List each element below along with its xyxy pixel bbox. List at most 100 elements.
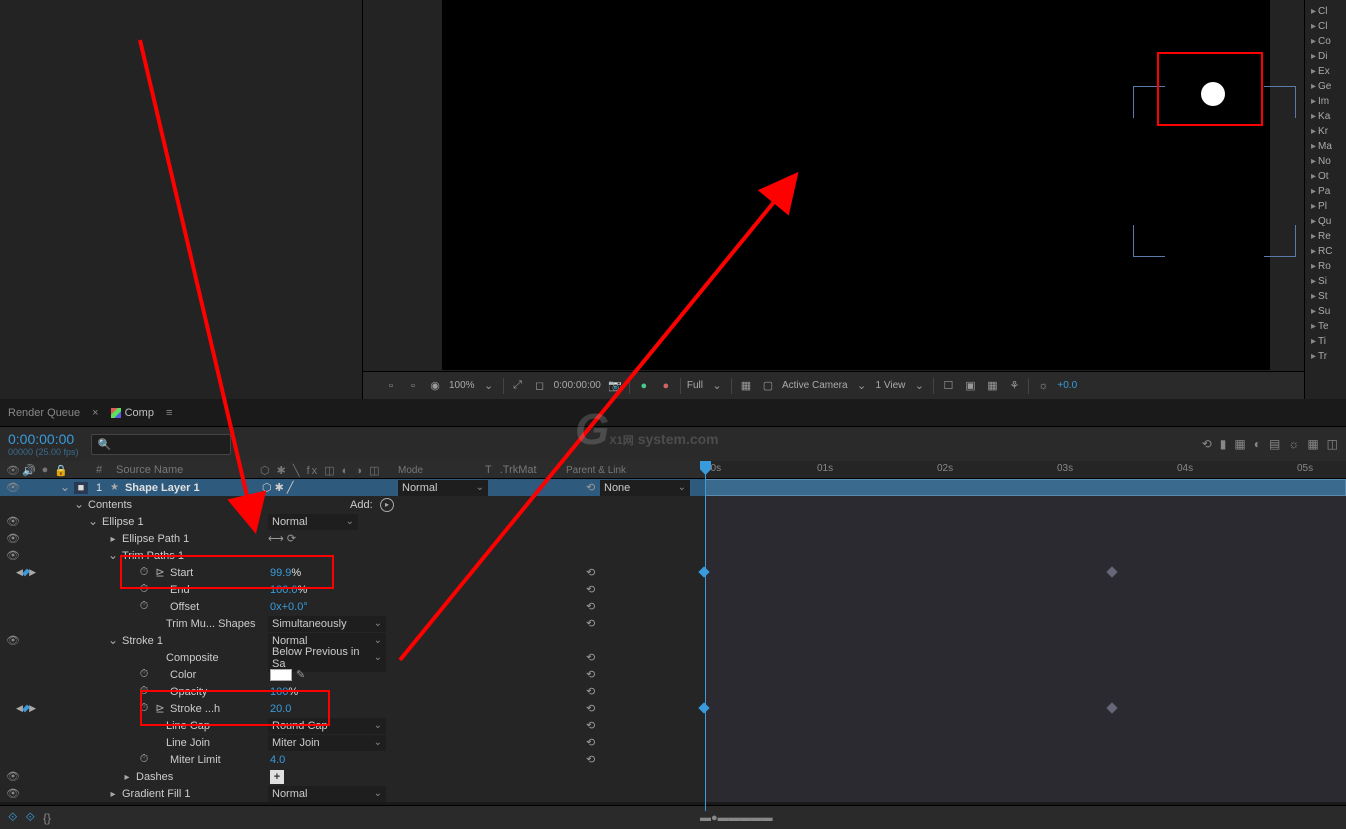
graph-icon[interactable]: ⊵	[154, 566, 166, 579]
effect-category[interactable]: RC	[1307, 244, 1344, 259]
audio-col-icon[interactable]: 🔊	[22, 464, 36, 477]
lock-col-icon[interactable]: 🔒	[54, 464, 68, 477]
twirl-icon[interactable]	[108, 635, 118, 647]
exposure-value[interactable]: +0.0	[1057, 380, 1077, 391]
start-value[interactable]: 99.9	[270, 567, 291, 579]
keyframe-nav[interactable]: ◀▶	[16, 703, 36, 714]
trim-shapes-row[interactable]: Trim Mu... Shapes Simultaneously ⟲	[0, 615, 1346, 632]
link-icon[interactable]: ⟲	[586, 481, 595, 494]
cube-icon[interactable]: ▫	[405, 378, 421, 394]
link-icon[interactable]: ⟲	[586, 566, 595, 579]
keyframe-nav[interactable]: ◀▶	[16, 567, 36, 578]
offset-value[interactable]: 0x+0.0°	[270, 601, 308, 613]
stopwatch-icon[interactable]: ⏱	[138, 685, 150, 698]
link-icon[interactable]: ⟲	[586, 651, 595, 664]
opacity-row[interactable]: ⏱ Opacity 100% ⟲	[0, 683, 1346, 700]
pixel-icon[interactable]: ▦	[984, 378, 1000, 394]
effect-category[interactable]: Ma	[1307, 139, 1344, 154]
composition-viewer[interactable]: ▫ ▫ ◉ 100% ⌄ ⤢ ◻ 0:00:00:00 📷 ● ● Full ⌄…	[363, 0, 1304, 399]
effect-category[interactable]: Cl	[1307, 19, 1344, 34]
gradient-mode-dropdown[interactable]: Normal	[268, 786, 386, 802]
ellipse-path-row[interactable]: 👁 Ellipse Path 1 ⟷ ⟳	[0, 530, 1346, 547]
exposure-icon[interactable]: ☼	[1035, 378, 1051, 394]
composite-row[interactable]: Composite Below Previous in Sa ⟲	[0, 649, 1346, 666]
effect-category[interactable]: St	[1307, 289, 1344, 304]
opacity-value[interactable]: 100	[270, 686, 288, 698]
layer-icon[interactable]: ▣	[962, 378, 978, 394]
add-button[interactable]: ▸	[380, 498, 394, 512]
dashes-row[interactable]: 👁 Dashes +	[0, 768, 1346, 785]
effect-category[interactable]: Ot	[1307, 169, 1344, 184]
eyedropper-icon[interactable]: ✎	[296, 668, 305, 681]
dashes-label[interactable]: Dashes	[136, 771, 173, 783]
effect-category[interactable]: Ka	[1307, 109, 1344, 124]
effect-category[interactable]: Pl	[1307, 199, 1344, 214]
toggle-icon[interactable]: ☐	[940, 378, 956, 394]
effect-category[interactable]: Ge	[1307, 79, 1344, 94]
views-label[interactable]: 1 View	[876, 380, 906, 391]
eye-icon[interactable]: 👁	[6, 481, 20, 495]
shapes-dropdown[interactable]: Simultaneously	[268, 616, 386, 632]
link-icon[interactable]: ⟲	[586, 583, 595, 596]
camera-label[interactable]: Active Camera	[782, 380, 848, 391]
stopwatch-icon[interactable]: ⏱	[138, 668, 150, 681]
twirl-icon[interactable]	[108, 788, 118, 800]
helmet-icon[interactable]: ◉	[427, 378, 443, 394]
link-icon[interactable]: ⟲	[586, 702, 595, 715]
playhead[interactable]	[705, 461, 706, 811]
timeline-search[interactable]: 🔍	[91, 434, 231, 455]
link-icon[interactable]: ⟲	[586, 753, 595, 766]
chevron-down-icon[interactable]: ⌄	[911, 378, 927, 394]
twirl-icon[interactable]	[108, 533, 118, 545]
timecode-display[interactable]: 0:00:00:00	[8, 431, 79, 447]
zoom-label[interactable]: 100%	[449, 380, 475, 391]
brackets-icon[interactable]: {}	[43, 811, 51, 825]
twirl-icon[interactable]	[108, 550, 118, 562]
crop-icon[interactable]: ◻	[532, 378, 548, 394]
eye-col-icon[interactable]: 👁	[6, 464, 20, 477]
viewer-canvas[interactable]	[442, 0, 1270, 370]
draft3d-icon[interactable]: ◫	[1327, 437, 1338, 451]
layer-name[interactable]: Shape Layer 1	[123, 482, 200, 494]
contents-row[interactable]: Contents Add: ▸	[0, 496, 1346, 513]
ellipse-path-label[interactable]: Ellipse Path 1	[122, 533, 189, 545]
stroke-width-value[interactable]: 20.0	[270, 703, 291, 715]
stroke-row[interactable]: 👁 Stroke 1 Normal	[0, 632, 1346, 649]
color-row[interactable]: ⏱ Color ✎ ⟲	[0, 666, 1346, 683]
eye-icon[interactable]: 👁	[6, 770, 20, 784]
twirl-icon[interactable]	[122, 771, 132, 783]
miter-limit-value[interactable]: 4.0	[270, 754, 285, 766]
zoom-slider[interactable]: ▬●▬▬▬▬▬	[700, 812, 773, 824]
quality-label[interactable]: Full	[687, 380, 703, 391]
layer-shape[interactable]: 👁 ■ 1 ★ Shape Layer 1 ⬡ ✱ ╱ Normal ⟲ Non…	[0, 479, 1346, 496]
effect-category[interactable]: Tr	[1307, 349, 1344, 364]
line-join-dropdown[interactable]: Miter Join	[268, 735, 386, 751]
camera-icon[interactable]: 📷	[607, 378, 623, 394]
ellipse-row[interactable]: 👁 Ellipse 1 Normal	[0, 513, 1346, 530]
miter-limit-row[interactable]: ⏱ Miter Limit 4.0 ⟲	[0, 751, 1346, 768]
stopwatch-icon[interactable]: ⏱	[138, 753, 150, 766]
col-header-trkmat[interactable]: .TrkMat	[500, 464, 537, 476]
graph-editor-icon[interactable]: ▤	[1269, 437, 1280, 451]
ellipse-label[interactable]: Ellipse 1	[102, 516, 144, 528]
solo-col-icon[interactable]: ●	[38, 464, 52, 477]
col-header-parent[interactable]: Parent & Link	[566, 461, 626, 479]
effect-category[interactable]: Pa	[1307, 184, 1344, 199]
link-icon[interactable]: ⟲	[586, 736, 595, 749]
toggle-transfer-icon[interactable]: ⟐	[25, 810, 34, 825]
effect-category[interactable]: No	[1307, 154, 1344, 169]
effect-category[interactable]: Cl	[1307, 4, 1344, 19]
twirl-icon[interactable]	[74, 499, 84, 511]
switches-display[interactable]: ⬡ ✱ ╱	[262, 481, 294, 494]
parent-dropdown[interactable]: None	[600, 480, 690, 496]
grid-icon[interactable]: ▦	[738, 378, 754, 394]
stroke-label[interactable]: Stroke 1	[122, 635, 163, 647]
effect-category[interactable]: Ex	[1307, 64, 1344, 79]
mask-icon[interactable]: ▢	[760, 378, 776, 394]
trim-offset-row[interactable]: ⏱ Offset 0x+0.0° ⟲	[0, 598, 1346, 615]
trim-paths-label[interactable]: Trim Paths 1	[122, 550, 184, 562]
dot-icon[interactable]: ●	[658, 378, 674, 394]
link-icon[interactable]: ⟲	[586, 600, 595, 613]
link-icon[interactable]: ⟲	[586, 719, 595, 732]
tab-render-queue[interactable]: Render Queue	[8, 407, 80, 419]
